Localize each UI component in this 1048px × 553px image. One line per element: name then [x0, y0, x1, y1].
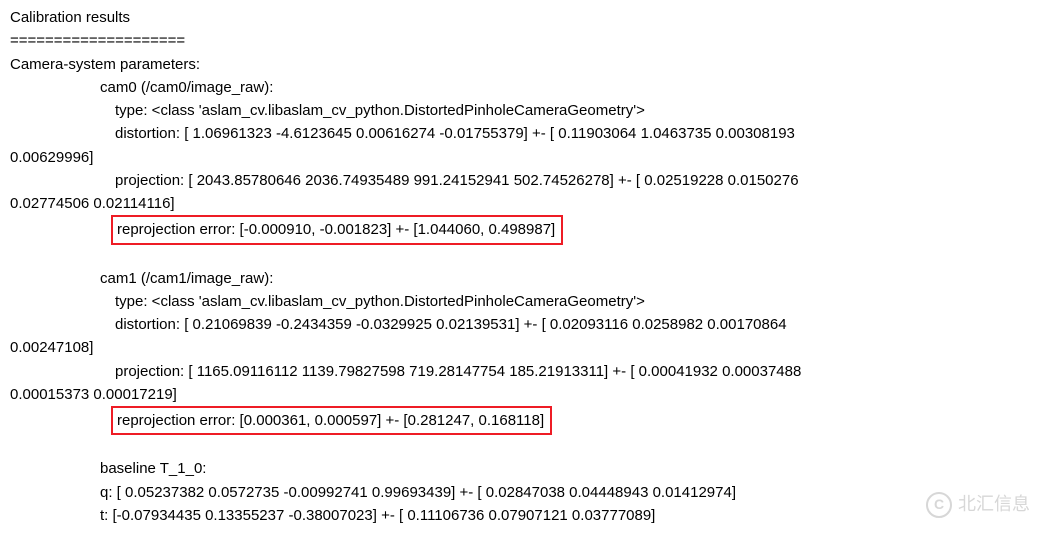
cam1-name: cam1 (/cam1/image_raw): [10, 267, 1038, 290]
separator-line: ==================== [10, 29, 1038, 52]
cam0-name: cam0 (/cam0/image_raw): [10, 76, 1038, 99]
baseline-title: baseline T_1_0: [10, 457, 1038, 480]
cam0-distortion-row2: 0.00629996] [10, 146, 1038, 169]
cam0-type: type: <class 'aslam_cv.libaslam_cv_pytho… [10, 99, 1038, 122]
cam0-reprojection-error: reprojection error: [-0.000910, -0.00182… [111, 215, 563, 244]
calibration-title: Calibration results [10, 6, 1038, 29]
cam1-distortion-row1: distortion: [ 0.21069839 -0.2434359 -0.0… [10, 313, 1038, 336]
baseline-t: t: [-0.07934435 0.13355237 -0.38007023] … [10, 504, 1038, 527]
cam1-projection-row1: projection: [ 1165.09116112 1139.7982759… [10, 360, 1038, 383]
cam1-reprojection-wrapper: reprojection error: [0.000361, 0.000597]… [10, 406, 1038, 435]
blank-line [10, 245, 1038, 267]
cam1-type: type: <class 'aslam_cv.libaslam_cv_pytho… [10, 290, 1038, 313]
subtitle: Camera-system parameters: [10, 53, 1038, 76]
blank-line-2 [10, 435, 1038, 457]
cam0-reprojection-wrapper: reprojection error: [-0.000910, -0.00182… [10, 215, 1038, 244]
baseline-q: q: [ 0.05237382 0.0572735 -0.00992741 0.… [10, 481, 1038, 504]
cam0-projection-row1: projection: [ 2043.85780646 2036.7493548… [10, 169, 1038, 192]
cam0-distortion-row1: distortion: [ 1.06961323 -4.6123645 0.00… [10, 122, 1038, 145]
cam1-projection-row2: 0.00015373 0.00017219] [10, 383, 1038, 406]
cam1-distortion-row2: 0.00247108] [10, 336, 1038, 359]
cam0-projection-row2: 0.02774506 0.02114116] [10, 192, 1038, 215]
cam1-reprojection-error: reprojection error: [0.000361, 0.000597]… [111, 406, 552, 435]
